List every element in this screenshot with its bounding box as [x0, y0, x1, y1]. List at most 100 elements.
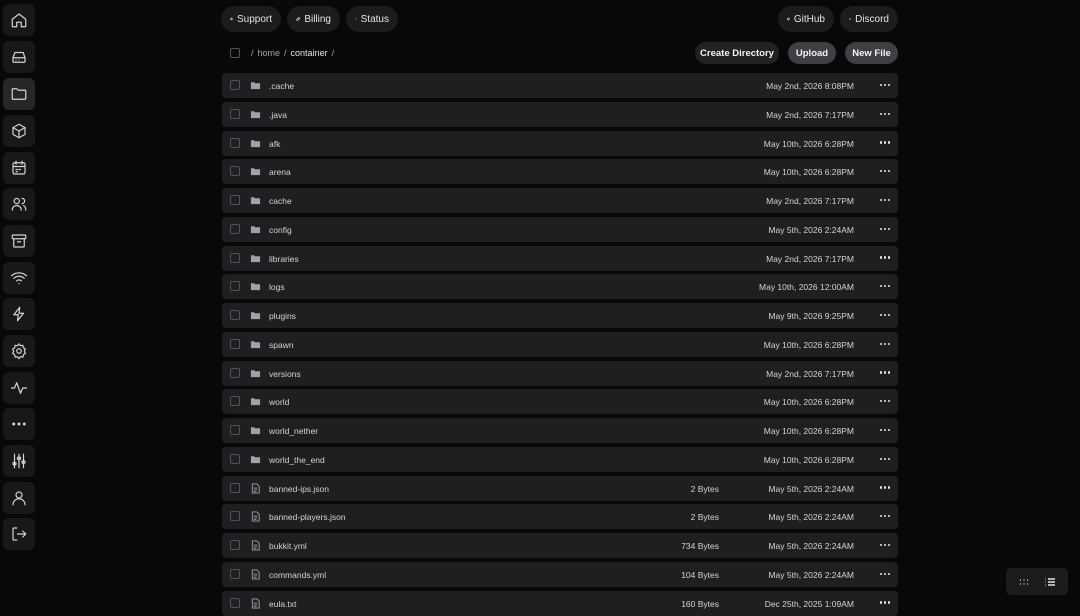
gear-icon [12, 343, 26, 360]
file-row[interactable]: config May 5th, 2026 2:24AM [222, 216, 898, 242]
billing-button[interactable]: Billing [287, 6, 340, 32]
row-checkbox[interactable] [230, 195, 240, 205]
github-button[interactable]: GitHub [778, 6, 834, 32]
file-row[interactable]: arena May 10th, 2026 6:28PM [222, 159, 898, 185]
more-options-icon[interactable] [880, 81, 890, 89]
logout-icon [12, 527, 27, 541]
more-options-icon[interactable] [880, 139, 890, 147]
row-checkbox[interactable] [230, 281, 240, 292]
create-directory-button[interactable]: Create Directory [695, 42, 779, 64]
row-checkbox[interactable] [230, 540, 240, 550]
select-all-checkbox[interactable] [230, 48, 240, 58]
more-options-icon[interactable] [880, 225, 890, 233]
more-options-icon[interactable] [880, 254, 890, 262]
row-checkbox[interactable] [230, 310, 240, 320]
nav-backups-button[interactable] [3, 225, 35, 257]
file-row[interactable]: world_nether May 10th, 2026 6:28PM [222, 418, 898, 443]
breadcrumb-home[interactable]: home [258, 48, 281, 58]
hard-drive-icon [12, 51, 26, 63]
nav-more-button[interactable] [3, 408, 35, 440]
bar-chart-icon [355, 18, 357, 20]
file-row[interactable]: banned-players.json 2 Bytes May 5th, 2026 … [222, 504, 898, 530]
row-checkbox[interactable] [230, 223, 240, 234]
nav-activity-button[interactable] [3, 372, 35, 404]
file-name: world_nether [269, 426, 319, 436]
more-options-icon[interactable] [880, 512, 890, 520]
support-button[interactable]: Support [221, 6, 281, 32]
nav-databases-button[interactable] [3, 115, 35, 147]
folder-icon [250, 454, 261, 465]
nav-files-button[interactable] [3, 78, 35, 110]
more-options-icon[interactable] [880, 570, 890, 578]
nav-logout-button[interactable] [3, 518, 35, 550]
nav-settings-button[interactable] [3, 335, 35, 367]
row-checkbox[interactable] [230, 568, 240, 579]
row-checkbox[interactable] [230, 453, 240, 464]
upload-button[interactable]: Upload [788, 42, 836, 64]
nav-admin-button[interactable] [3, 445, 35, 477]
file-icon [250, 569, 261, 580]
folder-icon [250, 109, 261, 120]
grid-icon [1020, 578, 1028, 585]
nav-home-button[interactable] [3, 4, 35, 36]
file-name: .java [269, 109, 287, 120]
nav-network-button[interactable] [3, 262, 35, 294]
more-options-icon[interactable] [880, 541, 890, 549]
row-checkbox[interactable] [230, 252, 240, 263]
row-checkbox[interactable] [230, 108, 240, 119]
more-options-icon[interactable] [880, 426, 890, 434]
file-row[interactable]: afk May 10th, 2026 6:28PM [222, 130, 898, 156]
file-row[interactable]: world_the_end May 10th, 2026 6:28PM [222, 446, 898, 472]
file-row[interactable]: eula.txt 160 Bytes Dec 25th, 2025 1:09AM [222, 590, 898, 616]
file-row[interactable]: spawn May 10th, 2026 6:28PM [222, 331, 898, 357]
file-name: versions [269, 368, 301, 379]
row-checkbox[interactable] [230, 166, 240, 177]
file-row[interactable]: cache May 2nd, 2026 7:17PM [222, 188, 898, 213]
row-checkbox[interactable] [230, 482, 240, 493]
more-options-icon[interactable] [880, 196, 890, 204]
nav-console-button[interactable] [3, 41, 35, 73]
new-file-button[interactable]: New File [845, 42, 898, 64]
discord-button[interactable]: Discord [840, 6, 898, 32]
file-modified-date: May 10th, 2026 6:28PM [763, 138, 854, 149]
folder-icon [250, 281, 261, 292]
file-name: afk [269, 138, 281, 149]
row-checkbox[interactable] [230, 137, 240, 148]
row-checkbox[interactable] [230, 425, 240, 435]
file-row[interactable]: .cache May 2nd, 2026 8:08PM [222, 73, 898, 98]
status-button[interactable]: Status [346, 6, 398, 32]
row-checkbox[interactable] [230, 597, 240, 608]
list-view-button[interactable] [1041, 573, 1059, 590]
grid-view-button[interactable] [1015, 573, 1033, 590]
file-row[interactable]: banned-ips.json 2 Bytes May 5th, 2026 2:24… [222, 475, 898, 501]
more-options-icon[interactable] [880, 110, 890, 118]
nav-users-button[interactable] [3, 188, 35, 220]
row-checkbox[interactable] [230, 80, 240, 90]
more-options-icon[interactable] [880, 484, 890, 492]
file-modified-date: May 10th, 2026 6:28PM [763, 426, 854, 436]
file-row[interactable]: libraries May 2nd, 2026 7:17PM [222, 245, 898, 271]
nav-startup-button[interactable] [3, 298, 35, 330]
more-options-icon[interactable] [880, 311, 890, 319]
nav-schedules-button[interactable] [3, 152, 35, 184]
row-checkbox[interactable] [230, 396, 240, 407]
more-options-icon[interactable] [880, 167, 890, 175]
row-checkbox[interactable] [230, 338, 240, 349]
more-options-icon[interactable] [880, 282, 890, 290]
row-checkbox[interactable] [230, 511, 240, 522]
more-options-icon[interactable] [880, 340, 890, 348]
more-options-icon[interactable] [880, 397, 890, 405]
file-row[interactable]: commands.yml 104 Bytes May 5th, 2026 2:24A… [222, 561, 898, 587]
file-row[interactable]: logs May 10th, 2026 12:00AM [222, 274, 898, 300]
more-options-icon[interactable] [880, 599, 890, 607]
file-row[interactable]: world May 10th, 2026 6:28PM [222, 389, 898, 415]
file-row[interactable]: versions May 2nd, 2026 7:17PM [222, 360, 898, 386]
status-label: Status [360, 13, 389, 25]
nav-account-button[interactable] [3, 482, 35, 514]
row-checkbox[interactable] [230, 367, 240, 378]
file-row[interactable]: plugins May 9th, 2026 9:25PM [222, 303, 898, 328]
file-row[interactable]: bukkit.yml 734 Bytes May 5th, 2026 2:24AM [222, 533, 898, 558]
more-options-icon[interactable] [880, 369, 890, 377]
more-options-icon[interactable] [880, 455, 890, 463]
file-row[interactable]: .java May 2nd, 2026 7:17PM [222, 101, 898, 127]
